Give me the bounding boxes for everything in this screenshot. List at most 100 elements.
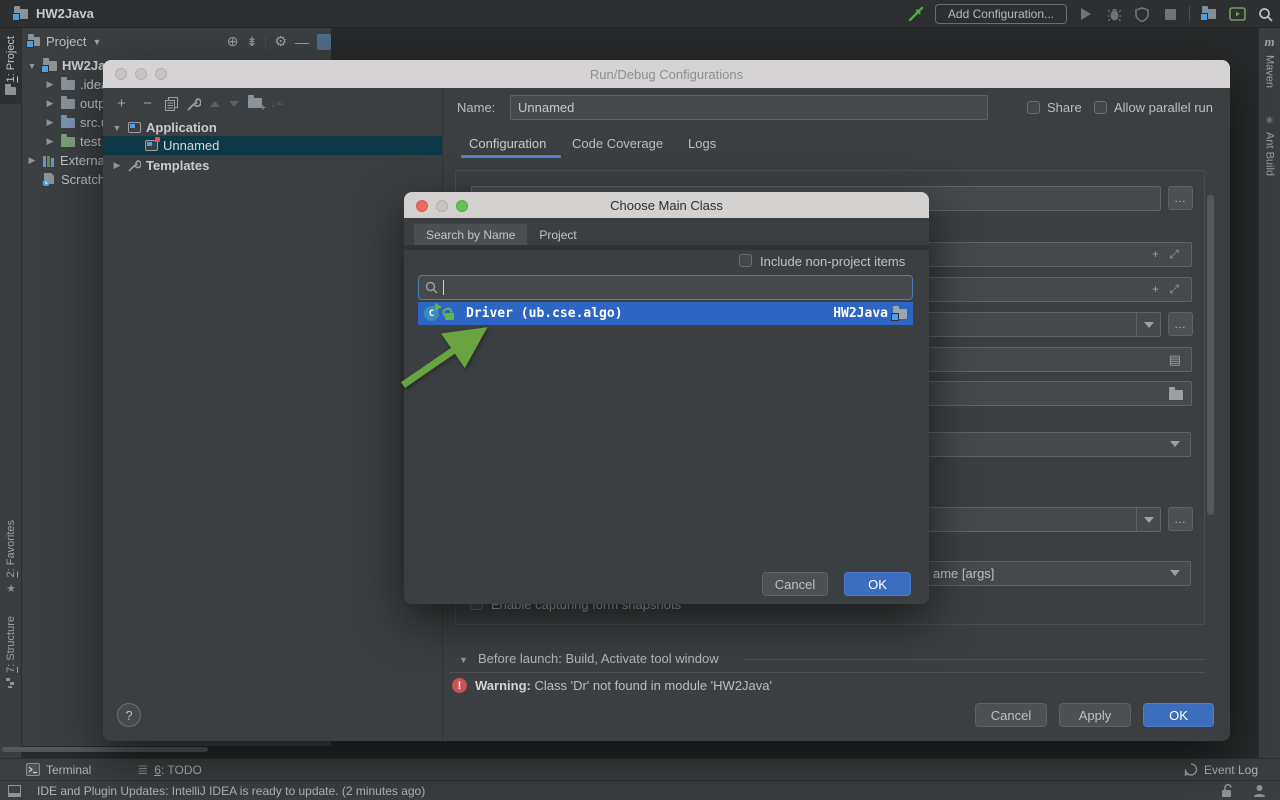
- add-icon[interactable]: +: [1152, 282, 1159, 296]
- before-launch-label[interactable]: Before launch: Build, Activate tool wind…: [478, 651, 719, 666]
- expand-icon[interactable]: ⤢: [1169, 282, 1179, 297]
- main-class-browse-button[interactable]: …: [1168, 186, 1193, 210]
- tab-code-coverage[interactable]: Code Coverage: [572, 136, 663, 151]
- project-panel-title[interactable]: Project: [46, 34, 86, 49]
- application-icon: [128, 122, 141, 133]
- window-title: HW2Java: [36, 6, 94, 21]
- build-hammer-icon[interactable]: [907, 5, 925, 23]
- event-log-label: Event Log: [1204, 763, 1258, 777]
- search-everywhere-icon[interactable]: [1256, 5, 1274, 23]
- unlocked-icon[interactable]: [1221, 784, 1233, 798]
- cm-cancel-button[interactable]: Cancel: [762, 572, 828, 596]
- share-checkbox[interactable]: [1027, 101, 1040, 114]
- favorites-stripe-label: : Favorites: [5, 520, 17, 571]
- allow-parallel-run-checkbox[interactable]: [1094, 101, 1107, 114]
- locate-icon[interactable]: ⊕: [227, 33, 239, 50]
- allow-parallel-run-label: Allow parallel run: [1114, 100, 1213, 115]
- include-non-project-checkbox[interactable]: [739, 254, 752, 267]
- add-icon[interactable]: +: [1152, 247, 1159, 261]
- tool-window-bar: Terminal ≣ 6: TODO Event Log: [0, 758, 1280, 780]
- warning-icon: !: [452, 678, 467, 693]
- tree-group-templates[interactable]: ▶ Templates: [103, 156, 442, 175]
- help-button[interactable]: ?: [117, 703, 141, 727]
- chevron-down-icon[interactable]: ▼: [92, 37, 101, 47]
- stripe-tab-ant-build[interactable]: ✳ Ant Build: [1259, 108, 1280, 182]
- debug-bug-icon[interactable]: [1105, 5, 1123, 23]
- rd-dialog-title: Run/Debug Configurations: [590, 67, 743, 82]
- collapse-all-icon[interactable]: ⇟: [247, 34, 258, 50]
- status-message[interactable]: IDE and Plugin Updates: IntelliJ IDEA is…: [37, 784, 425, 798]
- working-directory-browse-button[interactable]: …: [1168, 312, 1193, 336]
- event-log-button[interactable]: Event Log: [1184, 763, 1258, 777]
- new-folder-icon[interactable]: +: [248, 96, 262, 111]
- stop-icon[interactable]: [1161, 5, 1179, 23]
- rd-cancel-button[interactable]: Cancel: [975, 703, 1047, 727]
- remove-icon[interactable]: −: [139, 95, 156, 112]
- chevron-collapsed-icon[interactable]: ▶: [44, 98, 56, 109]
- add-configuration-button[interactable]: Add Configuration...: [935, 4, 1067, 24]
- open-folder-icon[interactable]: [1169, 388, 1183, 403]
- close-icon[interactable]: [416, 200, 428, 212]
- window-toggle-icon[interactable]: [8, 785, 21, 797]
- tab-project[interactable]: Project: [527, 224, 588, 245]
- chevron-collapsed-icon[interactable]: ▶: [44, 79, 56, 90]
- project-structure-icon[interactable]: [1200, 5, 1218, 23]
- copy-icon[interactable]: [165, 97, 178, 111]
- jre-browse-button[interactable]: …: [1168, 507, 1193, 531]
- hide-panel-icon[interactable]: —: [295, 34, 309, 50]
- sort-alphabetically-icon[interactable]: ↓ᵃᶻ: [271, 98, 283, 110]
- stripe-tab-maven[interactable]: m Maven: [1259, 28, 1280, 94]
- chevron-expanded-icon[interactable]: ▼: [111, 123, 123, 133]
- run-anything-icon[interactable]: [1228, 5, 1246, 23]
- expand-icon[interactable]: ⤢: [1169, 247, 1179, 262]
- name-input[interactable]: [510, 95, 988, 120]
- add-icon[interactable]: +: [113, 95, 130, 112]
- chevron-collapsed-icon[interactable]: ▶: [44, 136, 56, 147]
- tree-config-unnamed-selected[interactable]: Unnamed: [103, 136, 442, 155]
- shorten-command-line-value: ame [args]: [933, 566, 994, 581]
- stripe-tab-structure[interactable]: 7: Structure: [0, 608, 22, 700]
- chevron-collapsed-icon[interactable]: ▶: [26, 155, 38, 166]
- external-libraries-label: Externa: [60, 153, 105, 168]
- coverage-icon[interactable]: [1133, 5, 1151, 23]
- tree-group-application[interactable]: ▼ Application: [103, 118, 442, 137]
- rd-ok-button[interactable]: OK: [1143, 703, 1214, 727]
- vertical-scrollbar[interactable]: [1207, 195, 1214, 515]
- horizontal-scrollbar[interactable]: [2, 747, 208, 752]
- cm-dialog-titlebar[interactable]: Choose Main Class: [404, 192, 929, 218]
- folder-icon: [61, 99, 75, 109]
- event-log-icon: [1184, 763, 1198, 777]
- ant-build-stripe-label: Ant Build: [1264, 132, 1276, 176]
- user-head-icon[interactable]: [1253, 784, 1266, 797]
- cm-ok-button[interactable]: OK: [844, 572, 911, 596]
- stripe-tab-project[interactable]: 1: Project: [0, 28, 21, 104]
- list-icon[interactable]: ▤: [1169, 352, 1181, 368]
- name-label: Name:: [457, 100, 495, 115]
- chevron-collapsed-icon[interactable]: ▶: [111, 160, 123, 171]
- terminal-tool-button[interactable]: Terminal: [26, 763, 91, 777]
- minimize-icon[interactable]: [436, 200, 448, 212]
- rd-dialog-titlebar[interactable]: Run/Debug Configurations: [103, 60, 1230, 88]
- edit-defaults-wrench-icon[interactable]: [187, 97, 201, 111]
- move-up-icon[interactable]: [210, 101, 220, 107]
- chevron-collapsed-icon[interactable]: ▶: [44, 117, 56, 128]
- settings-gear-icon[interactable]: ⚙: [274, 33, 287, 50]
- apply-button[interactable]: Apply: [1059, 703, 1131, 727]
- structure-icon: [6, 678, 16, 688]
- todo-tool-button[interactable]: ≣ 6: TODO: [137, 762, 202, 778]
- tab-search-by-name[interactable]: Search by Name: [414, 224, 527, 245]
- class-search-input[interactable]: [418, 275, 913, 300]
- zoom-icon[interactable]: [155, 68, 167, 80]
- intellij-ide: { "ide": { "window_title": "HW2Java", "t…: [0, 0, 1280, 800]
- zoom-icon[interactable]: [456, 200, 468, 212]
- tab-configuration[interactable]: Configuration: [469, 136, 546, 151]
- chevron-expanded-icon[interactable]: ▼: [459, 655, 468, 665]
- minimize-icon[interactable]: [135, 68, 147, 80]
- move-down-icon[interactable]: [229, 101, 239, 107]
- close-icon[interactable]: [115, 68, 127, 80]
- terminal-icon: [26, 763, 40, 776]
- run-icon[interactable]: [1077, 5, 1095, 23]
- tab-logs[interactable]: Logs: [688, 136, 716, 151]
- stripe-tab-favorites[interactable]: 2: Favorites ★: [0, 512, 22, 598]
- chevron-expanded-icon[interactable]: ▼: [26, 61, 38, 71]
